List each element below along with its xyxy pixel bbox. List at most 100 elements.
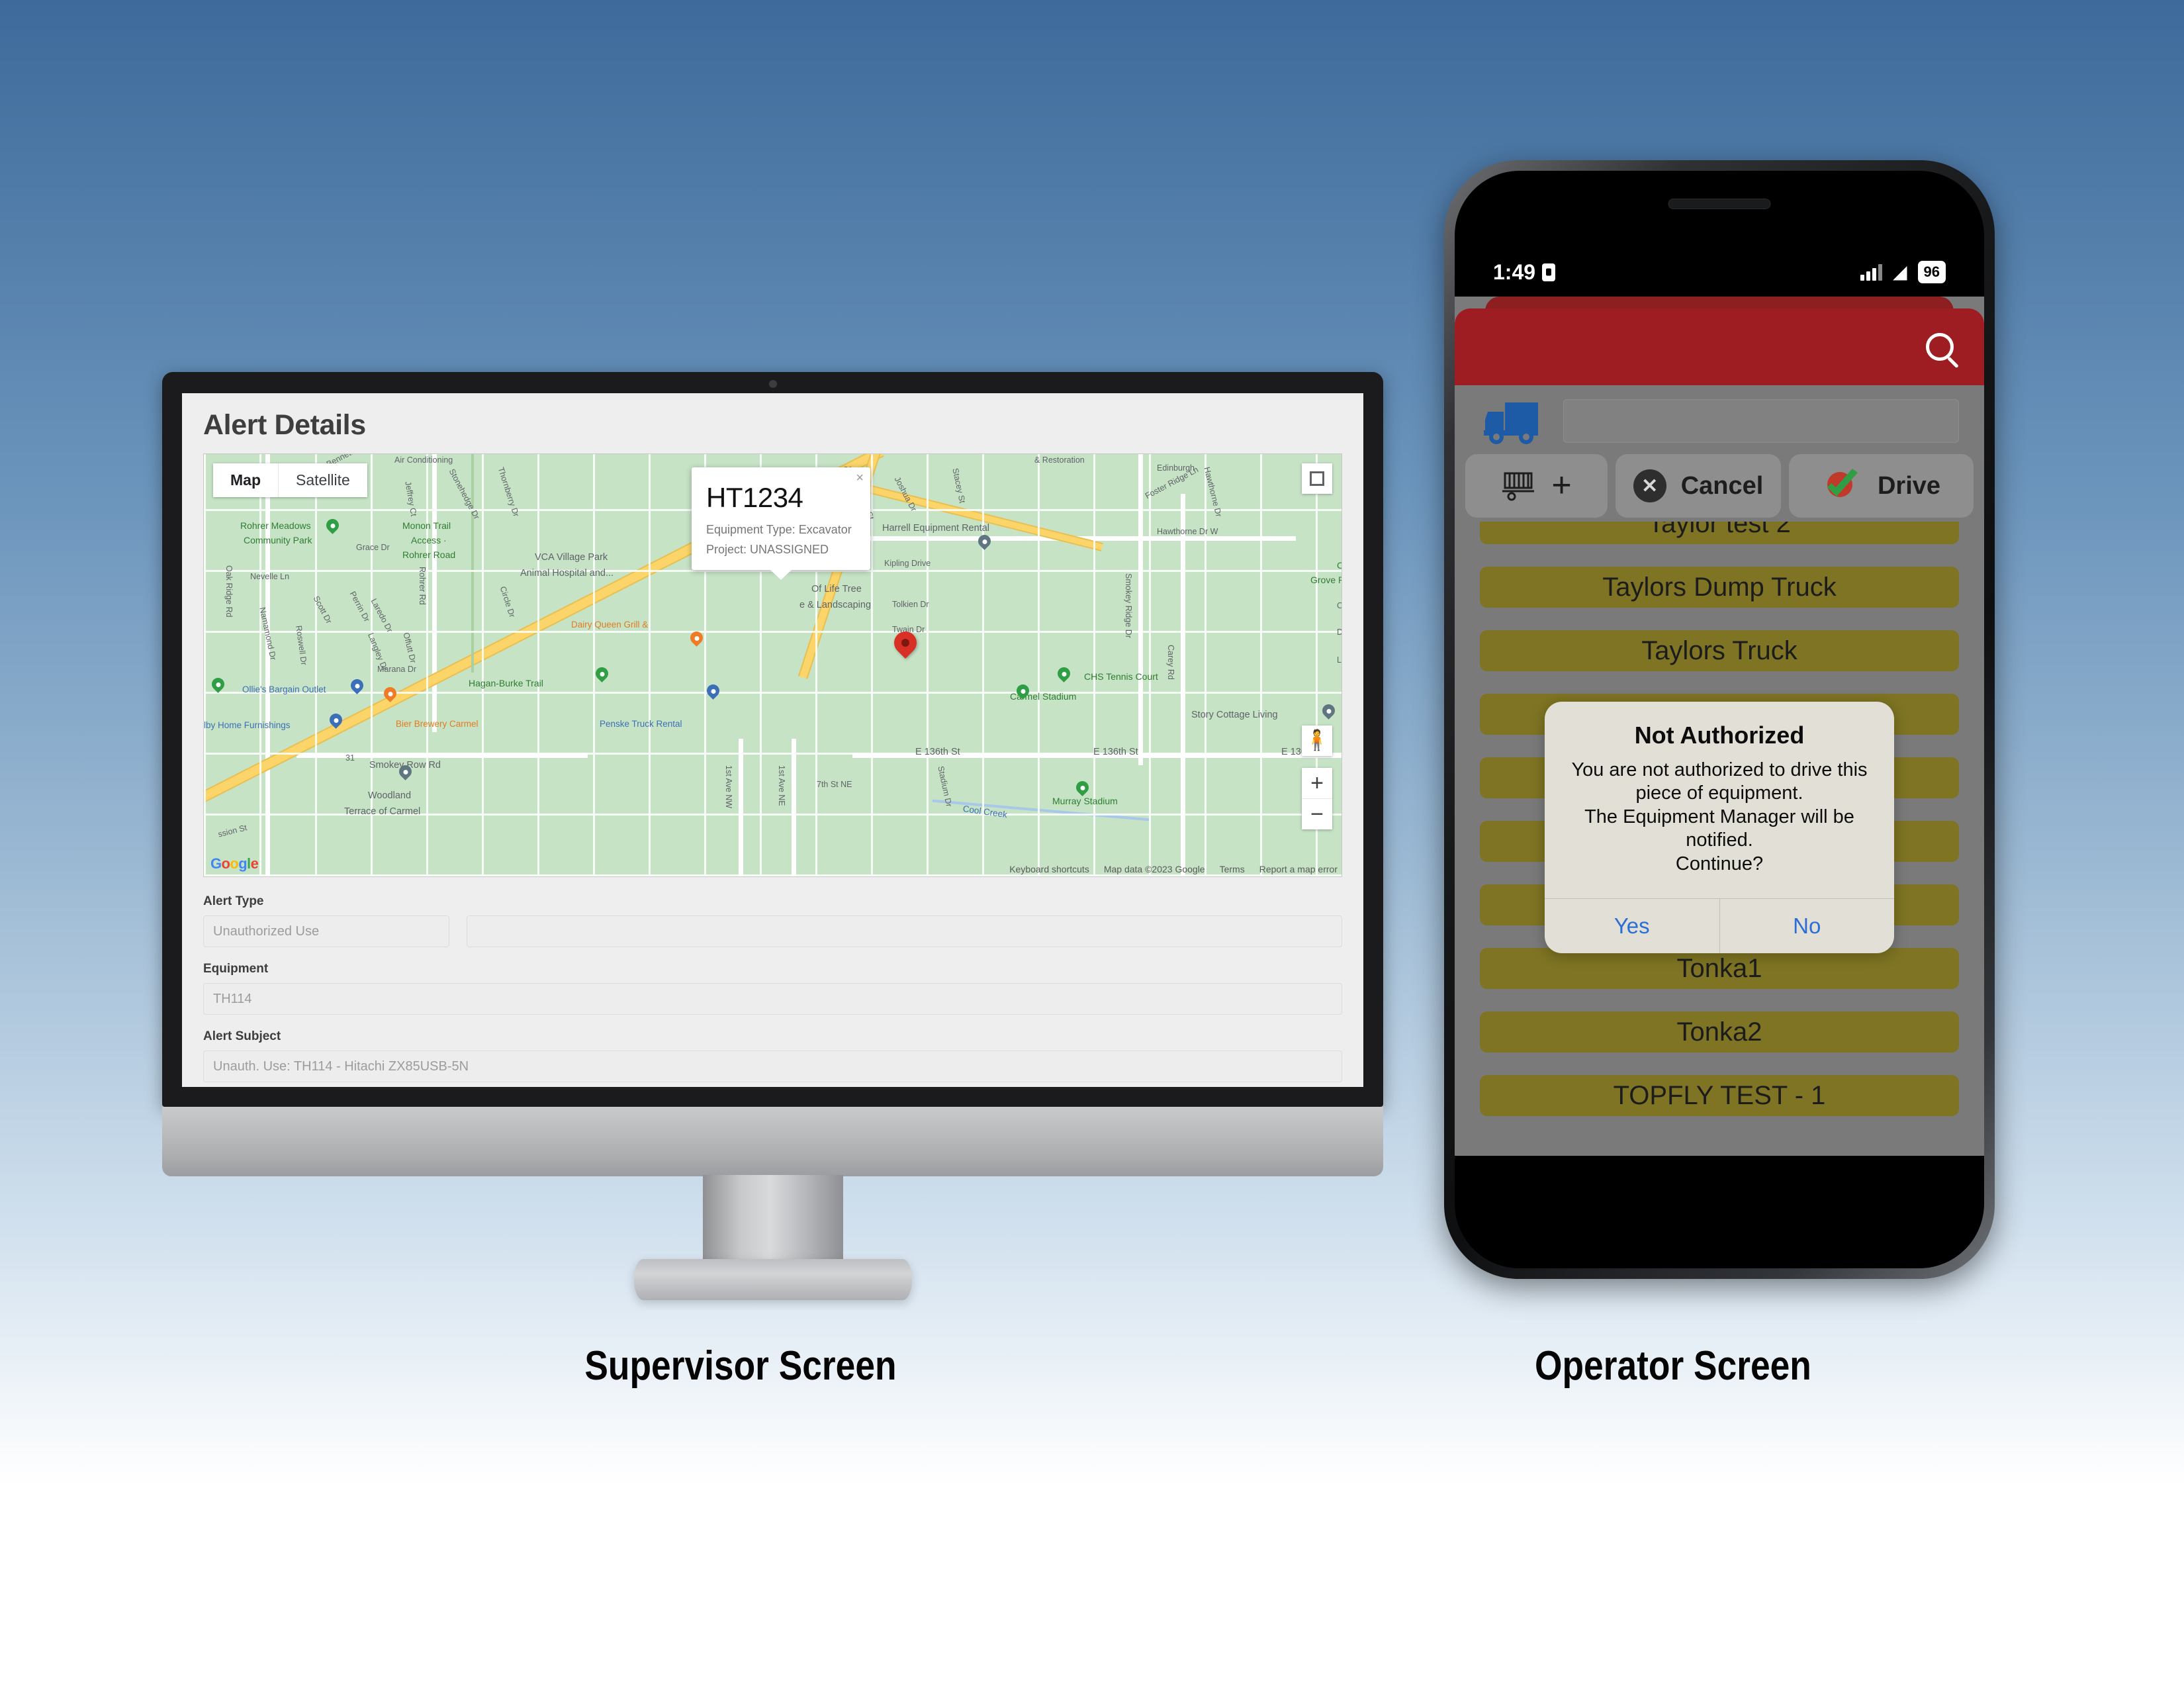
cancel-button[interactable]: ✕ Cancel	[1615, 454, 1781, 518]
map-label: Access ·	[411, 535, 447, 545]
map-road	[432, 454, 437, 732]
equipment-input[interactable]: TH114	[203, 983, 1342, 1015]
fullscreen-icon[interactable]	[1302, 463, 1332, 494]
map-road	[265, 454, 270, 876]
operator-screen-caption: Operator Screen	[1535, 1343, 1811, 1389]
dialog-actions: Yes No	[1545, 898, 1894, 953]
wifi-icon: ◢	[1892, 261, 1907, 282]
map-zoom-controls[interactable]: + −	[1302, 768, 1332, 829]
dialog-yes-button[interactable]: Yes	[1545, 899, 1719, 953]
report-map-error-link[interactable]: Report a map error	[1259, 864, 1338, 874]
equipment-list-item[interactable]: Taylors Dump Truck	[1480, 567, 1959, 608]
keyboard-shortcuts-link[interactable]: Keyboard shortcuts	[1009, 864, 1089, 874]
map-container[interactable]: Air ConditioningBennett CtJeffrey CtSton…	[203, 453, 1342, 877]
map-pin-store[interactable]	[704, 682, 722, 702]
dialog-message: You are not authorized to drive this pie…	[1571, 759, 1868, 874]
map-label: Rohrer Rd	[418, 567, 427, 605]
equipment-list-item[interactable]: Taylors Truck	[1480, 630, 1959, 671]
field-label: Alert Type	[203, 894, 264, 908]
action-button-row: + ✕ Cancel Drive	[1455, 454, 1984, 518]
map-label: Nevelle Ln	[250, 572, 290, 581]
map-label: Cottonwood Ct	[1337, 601, 1342, 610]
supervisor-screen: Alert Details Air Conditioning Jeffrey C…	[182, 393, 1363, 1087]
map-label: Harrell Equipment Rental	[882, 523, 989, 534]
drive-button[interactable]: Drive	[1789, 454, 1974, 518]
map-label: VCA Village Park	[535, 552, 608, 563]
map-label: CHS Tennis Court	[1084, 671, 1158, 682]
map-type-toggle[interactable]: Map Satellite	[213, 463, 367, 497]
equipment-list-item[interactable]: Tonka2	[1480, 1011, 1959, 1053]
map-pin-trail[interactable]	[593, 665, 611, 684]
app-bar	[1455, 308, 1984, 385]
alert-type-secondary-input[interactable]	[467, 915, 1342, 947]
map-pin-equipment-location[interactable]	[889, 626, 922, 662]
logo-letter: g	[238, 855, 248, 872]
field-label: Alert Subject	[203, 1029, 281, 1043]
map-label: Monon Trail	[402, 520, 451, 531]
equipment-list-item[interactable]: Taylor test 2	[1480, 522, 1959, 544]
logo-letter: G	[210, 855, 222, 872]
map-pin-place[interactable]	[976, 532, 993, 552]
map-label: Bier Brewery Carmel	[396, 719, 478, 729]
map-pin-bar[interactable]	[381, 684, 399, 704]
map-attribution: Keyboard shortcuts Map data ©2023 Google…	[1009, 864, 1338, 874]
map-label: e & Landscaping	[799, 600, 872, 610]
phone-screen: 1:49 ◢ 96 + ✕ Cancel Drive Taylor test 2…	[1455, 171, 1984, 1268]
operator-phone: 1:49 ◢ 96 + ✕ Cancel Drive Taylor test 2…	[1444, 160, 1995, 1279]
map-label: E 136th St	[915, 747, 960, 757]
map-label: lby Home Furnishings	[204, 720, 291, 730]
map-label: Air Conditioning	[394, 455, 453, 465]
map-pin-store[interactable]	[327, 711, 345, 731]
map-pin-restaurant[interactable]	[688, 629, 705, 649]
map-pin-park[interactable]	[324, 516, 341, 536]
map-label: Hawthorne Dr W	[1157, 527, 1218, 536]
monitor-body: Alert Details Air Conditioning Jeffrey C…	[162, 372, 1383, 1107]
zoom-out-button[interactable]: −	[1302, 799, 1332, 829]
map-label: Dairy Queen Grill &	[571, 620, 649, 630]
map-pin-park[interactable]	[1055, 665, 1073, 684]
map-label: Tolkien Dr	[892, 600, 929, 609]
dialog-no-button[interactable]: No	[1719, 898, 1895, 953]
map-label: Woodland	[368, 790, 412, 801]
terms-link[interactable]: Terms	[1220, 864, 1245, 874]
map-pin-place[interactable]	[396, 763, 414, 782]
map-pin-stadium[interactable]	[1073, 778, 1091, 798]
map-pin-park[interactable]	[209, 675, 227, 695]
zoom-in-button[interactable]: +	[1302, 768, 1332, 798]
equipment-search-field[interactable]	[1563, 399, 1959, 443]
map-label: 1st Ave NW	[724, 765, 733, 809]
close-icon[interactable]: ×	[856, 471, 864, 485]
pegman-icon[interactable]: 🧍	[1302, 726, 1332, 756]
webcam-icon	[768, 380, 777, 388]
map-pin-store[interactable]	[348, 677, 366, 696]
map-label: Story Cottage Living	[1191, 710, 1278, 720]
clock-text: 1:49	[1493, 259, 1536, 284]
map-label: Penske Truck Rental	[600, 719, 682, 729]
operator-app: + ✕ Cancel Drive Taylor test 2 Taylors Du…	[1455, 297, 1984, 1156]
equipment-list-item[interactable]: Tonka1	[1480, 948, 1959, 989]
map-type-map-button[interactable]: Map	[213, 463, 279, 497]
field-group-alert-type: Alert Type Unauthorized Use	[203, 894, 1342, 947]
map-label: Of Life Tree	[811, 584, 862, 594]
logo-letter: e	[250, 855, 259, 872]
map-type-satellite-button[interactable]: Satellite	[279, 463, 367, 497]
map-label: E 136th St	[1093, 747, 1138, 757]
truck-icon[interactable]	[1480, 397, 1550, 445]
drive-button-label: Drive	[1877, 471, 1941, 500]
map-label: Marana Dr	[377, 665, 417, 674]
map-road	[296, 753, 588, 758]
close-circle-icon: ✕	[1633, 469, 1666, 502]
not-authorized-dialog: Not Authorized You are not authorized to…	[1545, 702, 1894, 953]
field-group-alert-subject: Alert Subject Unauth. Use: TH114 - Hitac…	[203, 1029, 1342, 1082]
map-road	[1138, 454, 1143, 765]
map-pin-place[interactable]	[1320, 702, 1338, 722]
add-trailer-button[interactable]: +	[1465, 454, 1608, 518]
map-pin-stadium[interactable]	[1014, 682, 1032, 702]
alert-details-form: Alert Type Unauthorized Use Equipment TH…	[182, 877, 1363, 1082]
alert-subject-input[interactable]: Unauth. Use: TH114 - Hitachi ZX85USB-5N	[203, 1051, 1342, 1082]
search-icon[interactable]	[1926, 333, 1954, 361]
alert-type-input[interactable]: Unauthorized Use	[203, 915, 450, 947]
map-label: 31	[345, 753, 355, 763]
equipment-list-item[interactable]: TOPFLY TEST - 1	[1480, 1075, 1959, 1116]
earpiece-speaker-icon	[1668, 199, 1771, 209]
